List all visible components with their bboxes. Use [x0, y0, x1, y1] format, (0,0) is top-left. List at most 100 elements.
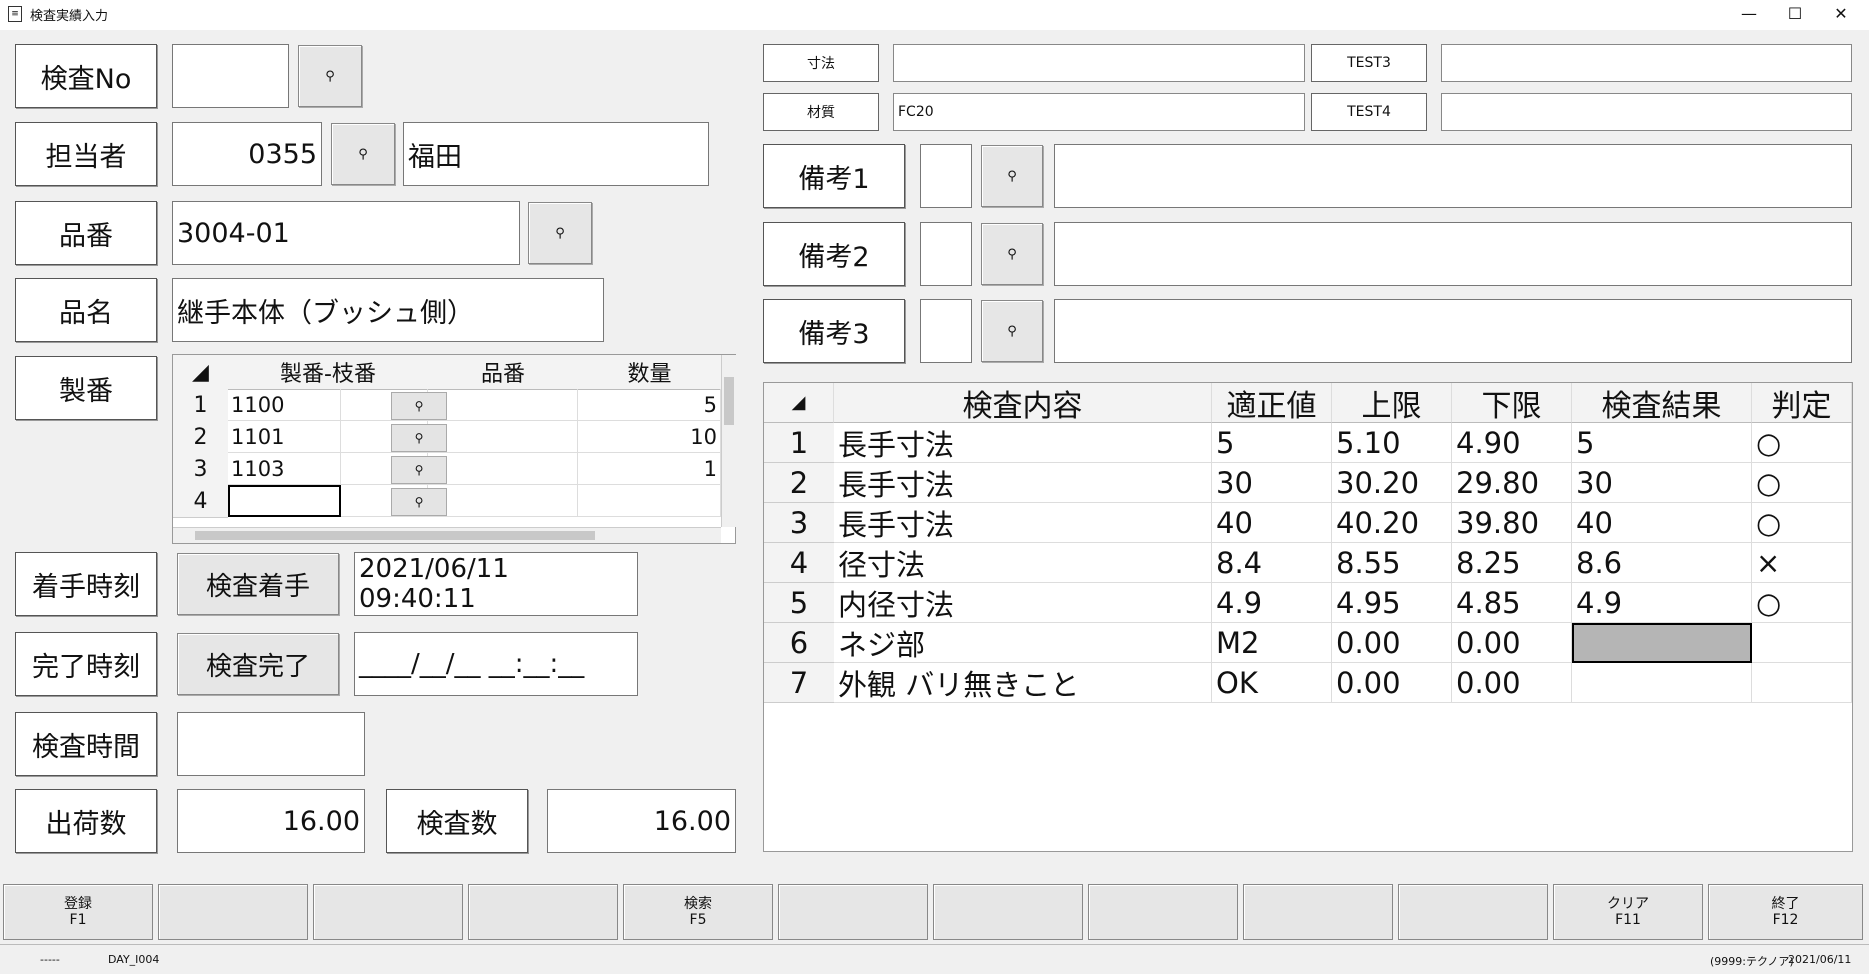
complete-inspection-button[interactable]: 検査完了 — [177, 633, 339, 695]
fkey-label: 登録 — [64, 896, 92, 912]
scroll-thumb[interactable] — [195, 531, 595, 540]
minimize-button[interactable]: — — [1726, 0, 1772, 28]
part-name-field[interactable]: 継手本体（ブッシュ側） — [172, 278, 604, 342]
test4-label: TEST4 — [1311, 93, 1427, 131]
maximize-button[interactable]: ☐ — [1772, 0, 1818, 28]
result-cell[interactable]: 40 — [1572, 503, 1752, 543]
proper-value-cell: 8.4 — [1212, 543, 1332, 583]
fkey-button[interactable] — [778, 884, 928, 940]
inspection-no-label: 検査No — [15, 44, 157, 108]
exit-f12-button[interactable]: 終了 F12 — [1708, 884, 1863, 940]
fkey-label: 検索 — [684, 896, 712, 912]
remark1-label: 備考1 — [763, 144, 905, 208]
judge-cell: ○ — [1752, 503, 1852, 543]
vertical-scrollbar[interactable] — [721, 355, 736, 527]
inspect-qty-label: 検査数 — [386, 789, 528, 853]
part-no-input[interactable]: 3004-01 — [172, 201, 520, 265]
inspection-no-input[interactable] — [172, 44, 289, 108]
mfg-cell-active[interactable] — [228, 485, 341, 517]
status-left: ----- — [40, 953, 60, 966]
fkey-button[interactable] — [158, 884, 308, 940]
title-bar — [0, 0, 1869, 30]
remark2-search-button[interactable]: ⚲ — [981, 223, 1043, 285]
result-cell[interactable]: 5 — [1572, 423, 1752, 463]
register-f1-button[interactable]: 登録 F1 — [3, 884, 153, 940]
mfg-cell[interactable]: 1103 — [228, 453, 341, 485]
qty-cell[interactable]: 5 — [578, 389, 721, 421]
horizontal-scrollbar[interactable] — [173, 527, 721, 543]
remark1-search-button[interactable]: ⚲ — [981, 145, 1043, 207]
qty-cell[interactable]: 1 — [578, 453, 721, 485]
fkey-button[interactable] — [1398, 884, 1548, 940]
inspection-grid[interactable]: ◢ 検査内容 適正値 上限 下限 検査結果 判定 1 長手寸法 5 5.10 4… — [763, 382, 1853, 852]
mfg-cell[interactable]: 1100 — [228, 389, 341, 421]
remark2-text-field[interactable] — [1054, 222, 1852, 286]
remark2-code-input[interactable] — [920, 222, 972, 286]
person-code-input[interactable]: 0355 — [172, 122, 322, 186]
mfg-grid[interactable]: ◢ 製番-枝番 品番 数量 1 1100 ⚲ 5 2 1101 ⚲ 10 3 1… — [172, 354, 736, 544]
test4-field[interactable] — [1441, 93, 1852, 131]
start-inspection-button[interactable]: 検査着手 — [177, 553, 339, 615]
remark3-text-field[interactable] — [1054, 299, 1852, 363]
close-button[interactable]: ✕ — [1818, 0, 1864, 28]
part-cell[interactable] — [428, 389, 578, 421]
inspection-no-search-button[interactable]: ⚲ — [298, 45, 362, 107]
person-search-button[interactable]: ⚲ — [331, 123, 395, 185]
fkey-button[interactable] — [468, 884, 618, 940]
lower-limit-cell: 4.85 — [1452, 583, 1572, 623]
test3-field[interactable] — [1441, 44, 1852, 82]
fkey-button[interactable] — [933, 884, 1083, 940]
end-time-label: 完了時刻 — [15, 632, 157, 696]
inspect-item-cell: 長手寸法 — [834, 423, 1212, 463]
remark1-code-input[interactable] — [920, 144, 972, 208]
mfg-cell[interactable]: 1101 — [228, 421, 341, 453]
remark3-label: 備考3 — [763, 299, 905, 363]
part-cell[interactable] — [428, 485, 578, 517]
inspect-grid-header: 上限 — [1332, 383, 1452, 424]
start-time-field[interactable]: 2021/06/11 09:40:11 — [354, 552, 638, 616]
part-cell[interactable] — [428, 453, 578, 485]
app-icon: ≡ — [8, 6, 22, 22]
result-cell[interactable] — [1572, 663, 1752, 703]
clear-f11-button[interactable]: クリア F11 — [1553, 884, 1703, 940]
fkey-button[interactable] — [1243, 884, 1393, 940]
result-cell-active[interactable] — [1572, 623, 1752, 663]
fkey-label: 終了 — [1771, 896, 1800, 912]
screen-id: DAY_I004 — [108, 953, 160, 966]
ship-qty-field[interactable]: 16.00 — [177, 789, 365, 853]
row-number: 1 — [173, 389, 228, 422]
row-number: 3 — [764, 503, 834, 543]
lower-limit-cell: 29.80 — [1452, 463, 1572, 503]
scroll-thumb[interactable] — [724, 377, 734, 425]
dimension-field[interactable] — [893, 44, 1305, 82]
lower-limit-cell: 4.90 — [1452, 423, 1572, 463]
fkey-key: F11 — [1615, 912, 1641, 928]
judge-cell: ○ — [1752, 463, 1852, 503]
qty-cell[interactable]: 10 — [578, 421, 721, 453]
upper-limit-cell: 8.55 — [1332, 543, 1452, 583]
qty-cell[interactable] — [578, 485, 721, 517]
inspect-qty-field[interactable]: 16.00 — [547, 789, 736, 853]
material-field[interactable]: FC20 — [893, 93, 1305, 131]
upper-limit-cell: 4.95 — [1332, 583, 1452, 623]
result-cell[interactable]: 30 — [1572, 463, 1752, 503]
remark3-search-button[interactable]: ⚲ — [981, 300, 1043, 362]
mfg-grid-header: 製番-枝番 — [228, 355, 429, 390]
inspect-item-cell: 長手寸法 — [834, 463, 1212, 503]
fkey-button[interactable] — [1088, 884, 1238, 940]
search-icon: ⚲ — [1007, 168, 1017, 184]
fkey-button[interactable] — [313, 884, 463, 940]
mfg-no-label: 製番 — [15, 356, 157, 420]
part-no-search-button[interactable]: ⚲ — [528, 202, 592, 264]
result-cell[interactable]: 4.9 — [1572, 583, 1752, 623]
remark1-text-field[interactable] — [1054, 144, 1852, 208]
result-cell[interactable]: 8.6 — [1572, 543, 1752, 583]
search-icon: ⚲ — [358, 146, 368, 162]
remark3-code-input[interactable] — [920, 299, 972, 363]
search-f5-button[interactable]: 検索 F5 — [623, 884, 773, 940]
end-time-field[interactable]: ____/__/__ __:__:__ — [354, 632, 638, 696]
inspect-item-cell: 長手寸法 — [834, 503, 1212, 543]
judge-cell: × — [1752, 543, 1852, 583]
part-cell[interactable] — [428, 421, 578, 453]
grid-corner: ◢ — [173, 355, 229, 390]
